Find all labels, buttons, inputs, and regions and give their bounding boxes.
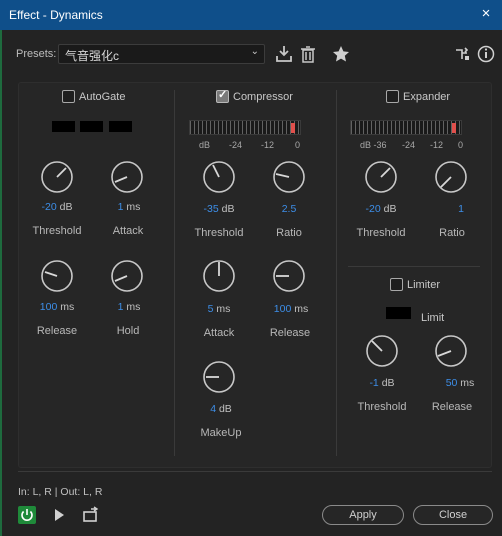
meter-ticks	[351, 121, 461, 134]
autogate-attack-label: Attack	[112, 225, 144, 237]
compressor-release-value: 100 ms	[273, 303, 309, 315]
meter-scale-label: dB	[199, 140, 211, 150]
expander-ratio-value: 1	[458, 203, 464, 215]
expander-threshold-label: Threshold	[356, 227, 406, 239]
loop-icon	[83, 506, 99, 522]
footer-divider	[18, 471, 492, 472]
compressor-ratio-knob[interactable]	[272, 160, 306, 194]
star-icon[interactable]	[331, 44, 351, 64]
limiter-release-knob[interactable]	[434, 334, 468, 368]
preset-value: 气音强化c	[65, 49, 120, 63]
meter-scale-label: -12	[430, 140, 444, 150]
limit-indicator-label: Limit	[421, 312, 445, 324]
expander-threshold-value: -20 dB	[365, 203, 397, 215]
autogate-release-value: 100 ms	[39, 301, 75, 313]
preset-dropdown[interactable]: 气音强化c ⌄	[58, 44, 265, 64]
compressor-release-label: Release	[269, 327, 311, 339]
divider	[174, 90, 175, 456]
expander-label: Expander	[403, 90, 451, 103]
presets-row: Presets: 气音强化c ⌄	[2, 30, 502, 76]
expander-ratio-label: Ratio	[439, 227, 465, 239]
autogate-hold-label: Hold	[116, 325, 140, 337]
autogate-threshold-knob[interactable]	[40, 160, 74, 194]
limiter-threshold-label: Threshold	[357, 401, 407, 413]
divider	[348, 266, 480, 267]
apply-button[interactable]: Apply	[322, 505, 404, 525]
compressor-label: Compressor	[233, 90, 293, 103]
autogate-hold-value: 1 ms	[117, 301, 141, 313]
limit-indicator	[386, 307, 411, 319]
limiter-release-label: Release	[431, 401, 473, 413]
compressor-attack-label: Attack	[203, 327, 235, 339]
compressor-attack-value: 5 ms	[207, 303, 231, 315]
expander-toggle[interactable]: Expander	[386, 90, 450, 103]
meter-peak	[452, 123, 456, 133]
autogate-attack-value: 1 ms	[117, 201, 141, 213]
play-icon	[55, 509, 64, 521]
meter-scale-label: -12	[261, 140, 275, 150]
expander-checkbox[interactable]	[386, 90, 399, 103]
routing-icon[interactable]	[452, 44, 472, 64]
dynamics-panel	[18, 82, 492, 468]
limiter-checkbox[interactable]	[390, 278, 403, 291]
compressor-makeup-value: 4 dB	[210, 403, 232, 415]
limiter-label: Limiter	[407, 278, 441, 291]
meter-scale-label: dB -36	[360, 140, 387, 150]
loop-button[interactable]	[82, 506, 100, 524]
meter-scale-label: -24	[402, 140, 416, 150]
limiter-release-value: 50 ms	[445, 377, 475, 389]
io-routing-text: In: L, R | Out: L, R	[18, 486, 103, 498]
meter-peak	[291, 123, 295, 133]
trash-icon[interactable]	[298, 44, 318, 64]
chevron-down-icon: ⌄	[250, 46, 259, 57]
compressor-ratio-label: Ratio	[276, 227, 302, 239]
window-title: Effect - Dynamics	[9, 8, 103, 22]
meter-scale-label: -24	[229, 140, 243, 150]
autogate-toggle[interactable]: AutoGate	[62, 90, 125, 103]
presets-label: Presets:	[16, 48, 57, 60]
power-button[interactable]	[18, 506, 36, 524]
compressor-release-knob[interactable]	[272, 259, 306, 293]
limiter-threshold-knob[interactable]	[365, 334, 399, 368]
gate-indicator	[109, 121, 132, 132]
window-close-button[interactable]: ×	[478, 6, 494, 22]
play-button[interactable]	[50, 506, 68, 524]
compressor-attack-knob[interactable]	[202, 259, 236, 293]
expander-threshold-knob[interactable]	[364, 160, 398, 194]
divider	[336, 90, 337, 456]
gate-indicator	[80, 121, 103, 132]
compressor-threshold-knob[interactable]	[202, 160, 236, 194]
meter-scale-label: 0	[458, 140, 464, 150]
download-icon[interactable]	[274, 44, 294, 64]
autogate-threshold-value: -20 dB	[41, 201, 73, 213]
compressor-threshold-value: -35 dB	[203, 203, 235, 215]
power-icon	[21, 509, 33, 521]
expander-level-meter	[350, 120, 462, 135]
limiter-threshold-value: -1 dB	[369, 377, 395, 389]
limiter-toggle[interactable]: Limiter	[390, 278, 440, 291]
compressor-makeup-knob[interactable]	[202, 360, 236, 394]
close-button[interactable]: Close	[413, 505, 493, 525]
title-bar: Effect - Dynamics ×	[0, 0, 502, 30]
compressor-checkbox[interactable]	[216, 88, 229, 103]
compressor-threshold-label: Threshold	[194, 227, 244, 239]
autogate-release-knob[interactable]	[40, 259, 74, 293]
gate-indicator	[52, 121, 75, 132]
autogate-label: AutoGate	[79, 90, 126, 103]
compressor-ratio-value: 2.5	[281, 203, 297, 215]
autogate-checkbox[interactable]	[62, 90, 75, 103]
meter-ticks	[190, 121, 300, 134]
expander-ratio-knob[interactable]	[434, 160, 468, 194]
meter-scale-label: 0	[295, 140, 301, 150]
compressor-makeup-label: MakeUp	[200, 427, 242, 439]
autogate-release-label: Release	[36, 325, 78, 337]
autogate-attack-knob[interactable]	[110, 160, 144, 194]
autogate-threshold-label: Threshold	[32, 225, 82, 237]
compressor-level-meter	[189, 120, 301, 135]
info-icon[interactable]	[476, 44, 496, 64]
effect-window: Presets: 气音强化c ⌄ AutoGate -20 dB Thresho…	[0, 30, 502, 536]
autogate-hold-knob[interactable]	[110, 259, 144, 293]
compressor-toggle[interactable]: Compressor	[216, 88, 293, 103]
